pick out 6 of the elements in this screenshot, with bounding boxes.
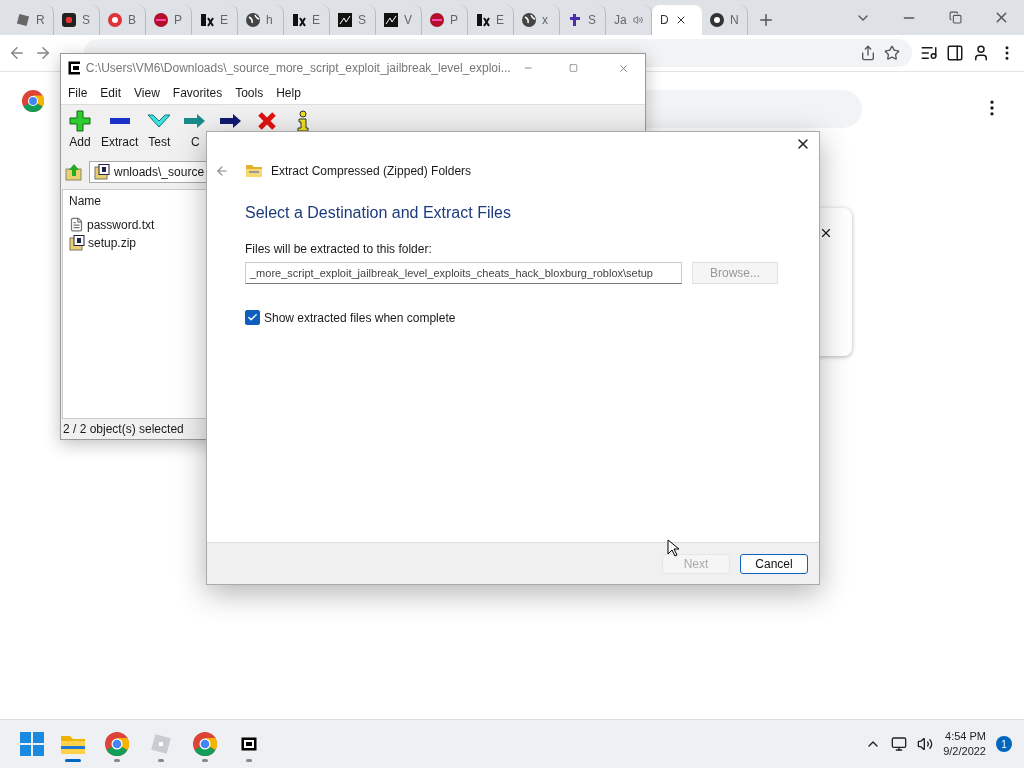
dialog-heading: Select a Destination and Extract Files — [245, 204, 512, 222]
field-label: Files will be extracted to this folder: — [245, 242, 433, 256]
window-title: C:\Users\VM6\Downloads\_source_more_script_exploit_jailbreak_level_exploi... — [85, 61, 511, 75]
checkbox-label: Show extracted files when complete — [264, 310, 456, 325]
status-text: 2 / 2 object(s) selected — [63, 422, 184, 436]
dialog-title: Extract Compressed (Zipped) Folders — [271, 164, 472, 178]
